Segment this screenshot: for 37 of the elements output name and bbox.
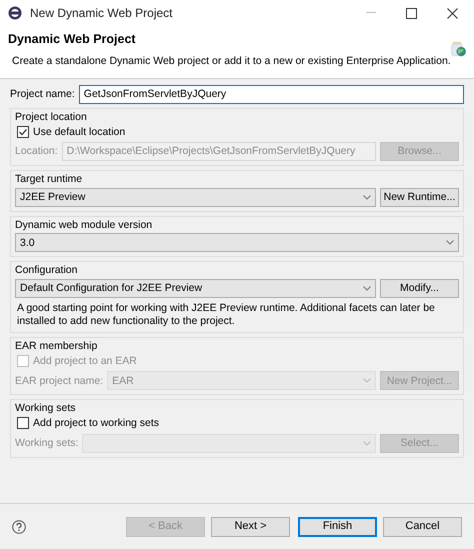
- button[interactable]: Next >: [211, 516, 290, 536]
- page-title: Dynamic Web Project: [8, 32, 137, 47]
- group-title: Target runtime: [15, 173, 84, 186]
- close-icon[interactable]: [447, 8, 458, 18]
- app-icon: [8, 6, 22, 20]
- maximize-icon[interactable]: [406, 8, 417, 18]
- button[interactable]: New Runtime...: [380, 188, 459, 207]
- chevron-icon: [446, 240, 454, 246]
- project-name-field[interactable]: GetJsonFromServletByJQuery: [78, 85, 464, 104]
- page-description: Create a standalone Dynamic Web project or add it to a new or existing Enterprise Application.: [11, 55, 451, 68]
- button[interactable]: Cancel: [383, 516, 462, 536]
- checkbox-label: Use default location: [33, 126, 126, 138]
- field-label: Working sets:: [15, 436, 78, 450]
- checkbox[interactable]: [17, 126, 29, 138]
- field-label: Location:: [15, 145, 58, 158]
- help-icon[interactable]: [12, 520, 26, 534]
- group-title: EAR membership: [15, 340, 98, 353]
- dropdown[interactable]: J2EE Preview: [15, 188, 376, 207]
- group-title: Working sets: [15, 402, 76, 415]
- chevron-icon: [363, 440, 371, 446]
- chevron-icon: [363, 194, 371, 200]
- button[interactable]: Finish: [298, 516, 377, 536]
- checkbox-label: Add project to working sets: [33, 417, 160, 430]
- window-title: New Dynamic Web Project: [30, 6, 172, 20]
- button[interactable]: Modify...: [380, 278, 459, 298]
- dropdown[interactable]: 3.0: [15, 233, 459, 252]
- dropdown[interactable]: Default Configuration for J2EE Preview: [15, 278, 376, 298]
- checkbox[interactable]: [17, 417, 29, 430]
- group-title: Project location: [15, 111, 88, 124]
- group-title: Configuration: [15, 264, 78, 277]
- group-title: Dynamic web module version: [15, 218, 154, 232]
- checkbox-label: Add project to an EAR: [33, 354, 137, 368]
- chevron-icon: [363, 378, 371, 384]
- field-label: EAR project name:: [15, 374, 104, 388]
- description-text: A good starting point for working with J2EE Preview runtime. Additional facets can later be installed to add new functionality to the project.: [16, 302, 436, 328]
- chevron-icon: [363, 286, 371, 291]
- field-label: Project name:: [10, 88, 75, 101]
